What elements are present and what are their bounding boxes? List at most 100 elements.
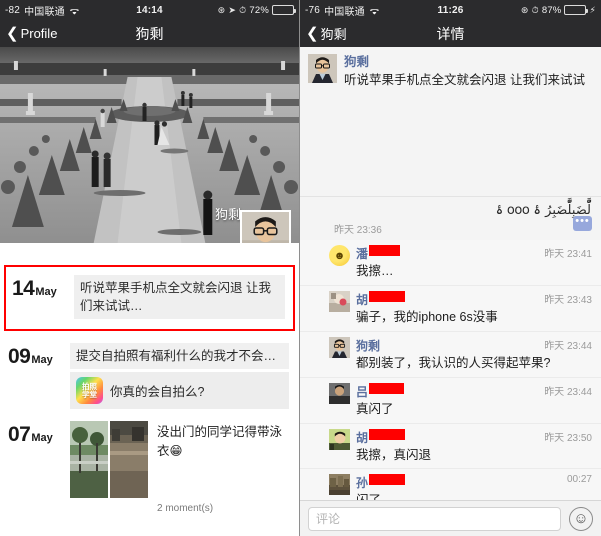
lightning-bolt-icon: ⚡ — [589, 4, 596, 15]
moment-text[interactable]: 提交自拍照有福利什么的我才不会… — [70, 343, 289, 370]
battery-percent-label: 87% — [541, 4, 562, 16]
post-author-avatar[interactable] — [308, 54, 337, 83]
dual-screenshot: -82 中国联通 14:14 ⊛ ➤ ⏱ 72% ❮ Profile 狗剩 狗剩… — [0, 0, 601, 536]
moment-photo-thumb[interactable] — [70, 421, 108, 499]
comment-author[interactable]: 孙 — [356, 474, 368, 491]
profile-avatar[interactable] — [329, 336, 350, 358]
moment-body: 提交自拍照有福利什么的我才不会… 拍照 学堂 你真的会自拍么? — [70, 343, 289, 410]
back-button-label: Profile — [20, 26, 58, 41]
moment-date: 14May — [12, 275, 74, 301]
post-text: 听说苹果手机点全文就会闪退 让我们来试试 — [344, 73, 585, 88]
moment-body: 没出门的同学记得带泳衣😁 2 moment(s) — [70, 421, 289, 514]
status-bar-left: -76 中国联通 — [305, 3, 380, 18]
wifi-icon — [69, 6, 80, 15]
comment-author[interactable]: 胡 — [356, 429, 368, 446]
app-icon: 拍照 学堂 — [76, 377, 103, 405]
comment-text: 我擦… — [356, 264, 394, 278]
signal-strength: -82 — [5, 4, 21, 16]
back-button-profile[interactable]: ❮ Profile — [0, 26, 57, 41]
moment-photo-thumb[interactable] — [110, 421, 148, 499]
comment-row[interactable]: ☻ 潘 昨天 23:41 我擦… — [300, 240, 601, 286]
comments-list[interactable]: ☻ 潘 昨天 23:41 我擦… 胡 昨天 23:43 骗子，我的iphone … — [300, 240, 601, 500]
profile-avatar-image — [242, 212, 289, 243]
battery-icon — [272, 5, 296, 15]
comment-text: 闪了 — [356, 492, 592, 500]
comment-row[interactable]: 胡 昨天 23:43 骗子，我的iphone 6s没事 — [300, 285, 601, 332]
battery-icon — [564, 5, 589, 15]
detail-view: 狗剩 听说苹果手机点全文就会闪退 让我们来试试 لَّْضَبِلَّْضَبِ… — [300, 47, 601, 536]
post-attachment-row: لَّْضَبِلَّْضَبِرُ ۂ ooo ۂ 昨天 23:36 ••• — [300, 197, 601, 240]
comment-time: 昨天 23:44 — [544, 340, 592, 352]
moment-caption: 没出门的同学记得带泳衣😁 — [157, 425, 283, 459]
post-card: 狗剩 听说苹果手机点全文就会闪退 让我们来试试 — [300, 47, 601, 197]
avatar-image — [329, 382, 350, 404]
redaction-bar — [369, 428, 406, 440]
more-actions-label: ••• — [575, 214, 590, 227]
comment-row[interactable]: 狗剩 昨天 23:44 都别装了，我认识的人买得起苹果? — [300, 331, 601, 378]
status-bar-left: -82 中国联通 — [5, 3, 80, 18]
photo-street-trees — [70, 421, 108, 499]
emoji-avatar[interactable]: ☻ — [329, 245, 350, 266]
chevron-left-icon: ❮ — [6, 25, 19, 42]
moment-date: 07May — [8, 421, 70, 447]
comment-row[interactable]: 胡 昨天 23:50 我擦，真闪退 — [300, 423, 601, 470]
photo-avatar[interactable] — [329, 474, 350, 496]
redaction-bar — [369, 245, 401, 256]
comment-author[interactable]: 狗剩 — [356, 337, 380, 354]
comment-body: 潘 昨天 23:41 我擦… — [356, 245, 592, 280]
moment-item[interactable]: 09May 提交自拍照有福利什么的我才不会… 拍照 学堂 你真的会自拍么? — [0, 337, 299, 415]
more-actions-button[interactable]: ••• — [573, 214, 592, 231]
profile-avatar[interactable] — [240, 210, 291, 243]
photo-avatar[interactable] — [329, 290, 350, 312]
smiley-icon[interactable]: ☺ — [569, 506, 593, 531]
comment-author[interactable]: 胡 — [356, 291, 368, 308]
moment-count: 2 moment(s) — [157, 503, 214, 515]
moment-item[interactable]: 14May 听说苹果手机点全文就会闪退 让我们来试试… — [4, 265, 295, 332]
lock-rotation-icon: ⊛ — [520, 4, 529, 15]
avatar-image — [329, 290, 350, 312]
wifi-icon — [369, 6, 380, 15]
comment-text: 骗子，我的iphone 6s没事 — [356, 309, 498, 324]
avatar-image — [329, 428, 350, 450]
comment-body: 胡 昨天 23:43 骗子，我的iphone 6s没事 — [356, 290, 592, 326]
moment-item[interactable]: 07May 没出门的同学记得带泳衣😁 2 moment(s) — [0, 415, 299, 520]
comment-row[interactable]: 孙 00:27 闪了 — [300, 469, 601, 500]
profile-avatar-image — [308, 54, 337, 83]
comment-input[interactable] — [308, 506, 561, 531]
photo-avatar[interactable] — [329, 382, 350, 404]
comment-body: 孙 00:27 闪了 — [356, 474, 592, 500]
comment-text: 我擦，真闪退 — [356, 447, 432, 462]
moment-body: 听说苹果手机点全文就会闪退 让我们来试试… — [74, 275, 285, 320]
back-button-moments[interactable]: ❮ 狗剩 — [300, 24, 347, 43]
moment-month: May — [35, 286, 57, 298]
avatar-image — [329, 474, 350, 496]
comment-author[interactable]: 吕 — [356, 383, 368, 400]
moment-photo-side: 没出门的同学记得带泳衣😁 2 moment(s) — [151, 421, 289, 514]
post-author-name[interactable]: 狗剩 — [344, 54, 593, 70]
status-bar-right: ⊛ ➤ ⏱ 72% — [218, 4, 296, 16]
photo-avatar[interactable] — [329, 428, 350, 450]
redaction-bar — [369, 382, 405, 394]
moment-link-card[interactable]: 拍照 学堂 你真的会自拍么? — [70, 372, 289, 410]
alarm-clock-icon: ⏱ — [239, 4, 247, 15]
moment-text[interactable]: 听说苹果手机点全文就会闪退 让我们来试试… — [74, 275, 285, 320]
avatar-image — [329, 336, 350, 358]
comment-author[interactable]: 潘 — [356, 245, 368, 262]
battery-percent-label: 72% — [249, 4, 269, 16]
moments-list: 14May 听说苹果手机点全文就会闪退 让我们来试试… 09May 提交自拍照有… — [0, 243, 299, 521]
comment-header: 孙 00:27 — [356, 474, 592, 491]
right-phone-screen: -76 中国联通 11:26 ⊛ ⏱ 87% ⚡ ❮ 狗剩 详情 狗剩 听说苹果… — [300, 0, 601, 536]
redaction-bar — [369, 290, 406, 302]
cover-photo[interactable]: 狗剩 — [0, 47, 299, 243]
zalgo-arabic-text: لَّْضَبِلَّْضَبِرُ ۂ ooo ۂ — [495, 203, 592, 218]
moment-link-title: 你真的会自拍么? — [110, 385, 205, 400]
moment-month: May — [31, 354, 53, 367]
carrier-name: 中国联通 — [324, 6, 365, 18]
moment-photos[interactable] — [70, 421, 148, 514]
comment-row[interactable]: 吕 昨天 23:44 真闪了 — [300, 377, 601, 424]
comment-text: 真闪了 — [356, 401, 394, 416]
comment-time: 昨天 23:41 — [544, 249, 592, 260]
comment-header: 潘 昨天 23:41 — [356, 245, 592, 262]
comment-composer: ☺ — [300, 500, 601, 536]
moment-day: 07 — [8, 423, 31, 447]
